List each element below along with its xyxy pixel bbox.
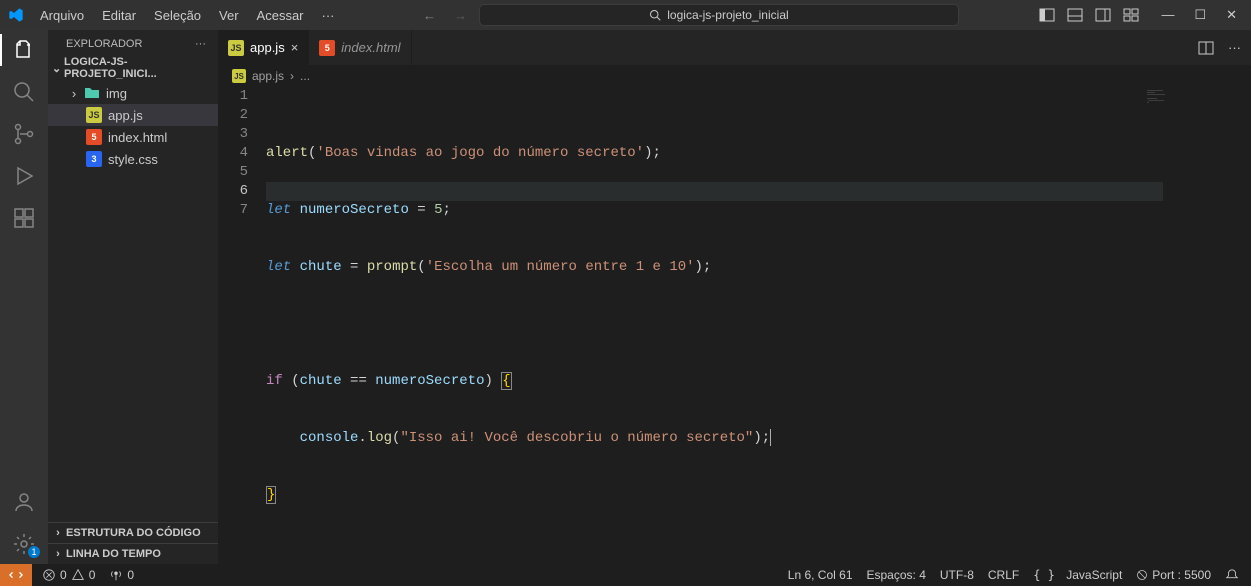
tab-appjs[interactable]: JS app.js × bbox=[218, 30, 309, 65]
chevron-right-icon: › bbox=[290, 69, 294, 83]
menu-editar[interactable]: Editar bbox=[94, 4, 144, 27]
problems-status[interactable]: 0 0 bbox=[42, 568, 95, 582]
search-text: logica-js-projeto_inicial bbox=[667, 8, 788, 22]
html-file-icon: 5 bbox=[86, 129, 102, 145]
search-icon bbox=[649, 9, 661, 21]
tree-label: img bbox=[106, 86, 127, 101]
split-editor-icon[interactable] bbox=[1198, 40, 1214, 56]
run-debug-icon[interactable] bbox=[12, 164, 36, 188]
section-label: ESTRUTURA DO CÓDIGO bbox=[66, 527, 201, 539]
tab-label: index.html bbox=[341, 40, 400, 55]
broadcast-icon bbox=[1136, 569, 1148, 581]
layout-panel-icon[interactable] bbox=[1067, 7, 1083, 23]
title-bar: Arquivo Editar Seleção Ver Acessar ··· ←… bbox=[0, 0, 1251, 30]
maximize-icon[interactable]: ☐ bbox=[1194, 7, 1206, 23]
minimap[interactable]: ▬▬▬▬▬▬▬▬▬▬▬▬▬▬▬▬▬▬▬▬▬▬▬▬▬▬ ▬▬▬▬▬▬▬▬▬ bbox=[1147, 90, 1237, 130]
radio-tower-icon bbox=[109, 568, 123, 582]
js-file-icon: JS bbox=[86, 107, 102, 123]
project-name: LOGICA-JS-PROJETO_INICI... bbox=[64, 56, 214, 80]
menu-acessar[interactable]: Acessar bbox=[249, 4, 312, 27]
warning-icon bbox=[71, 568, 85, 582]
sidebar: EXPLORADOR ··· ⌄LOGICA-JS-PROJETO_INICI.… bbox=[48, 30, 218, 564]
text-cursor bbox=[770, 429, 771, 446]
customize-layout-icon[interactable] bbox=[1123, 7, 1139, 23]
activity-bar: 1 bbox=[0, 30, 48, 564]
current-line-highlight bbox=[266, 182, 1163, 201]
tree-file-stylecss[interactable]: 3 style.css bbox=[48, 148, 218, 170]
explorer-title: EXPLORADOR bbox=[66, 38, 142, 50]
section-label: LINHA DO TEMPO bbox=[66, 548, 161, 560]
menu-arquivo[interactable]: Arquivo bbox=[32, 4, 92, 27]
command-center[interactable]: logica-js-projeto_inicial bbox=[479, 4, 959, 26]
editor-more-icon[interactable]: ··· bbox=[1228, 40, 1241, 56]
ports-count: 0 bbox=[127, 568, 134, 582]
status-bar: 0 0 0 Ln 6, Col 61 Espaços: 4 UTF-8 CRLF… bbox=[0, 564, 1251, 586]
tab-indexhtml[interactable]: 5 index.html bbox=[309, 30, 411, 65]
explorer-more-icon[interactable]: ··· bbox=[195, 38, 206, 50]
tree-label: app.js bbox=[108, 108, 143, 123]
extensions-icon[interactable] bbox=[12, 206, 36, 230]
cursor-position[interactable]: Ln 6, Col 61 bbox=[788, 568, 853, 582]
css-file-icon: 3 bbox=[86, 151, 102, 167]
outline-section[interactable]: ›ESTRUTURA DO CÓDIGO bbox=[48, 522, 218, 543]
live-server-status[interactable]: Port : 5500 bbox=[1136, 568, 1211, 582]
vscode-icon bbox=[8, 7, 24, 23]
breadcrumb[interactable]: JS app.js › ... bbox=[218, 65, 1251, 87]
search-activity-icon[interactable] bbox=[12, 80, 36, 104]
nav-back-icon[interactable]: ← bbox=[423, 8, 436, 23]
tab-label: app.js bbox=[250, 40, 285, 55]
layout-sidebar-left-icon[interactable] bbox=[1039, 7, 1055, 23]
notifications-icon[interactable] bbox=[1225, 568, 1239, 582]
code-editor[interactable]: 1234567 alert('Boas vindas ao jogo do nú… bbox=[218, 87, 1251, 543]
minimize-icon[interactable]: — bbox=[1161, 7, 1174, 23]
tree-file-appjs[interactable]: JS app.js bbox=[48, 104, 218, 126]
layout-sidebar-right-icon[interactable] bbox=[1095, 7, 1111, 23]
error-count: 0 bbox=[60, 568, 67, 582]
code-lines[interactable]: alert('Boas vindas ao jogo do número sec… bbox=[266, 87, 1251, 543]
breadcrumb-more: ... bbox=[300, 69, 310, 83]
tree-label: index.html bbox=[108, 130, 167, 145]
error-icon bbox=[42, 568, 56, 582]
html-file-icon: 5 bbox=[319, 40, 335, 56]
indentation-status[interactable]: Espaços: 4 bbox=[867, 568, 926, 582]
timeline-section[interactable]: ›LINHA DO TEMPO bbox=[48, 543, 218, 564]
nav-forward-icon[interactable]: → bbox=[454, 8, 467, 23]
js-file-icon: JS bbox=[232, 69, 246, 83]
eol-status[interactable]: CRLF bbox=[988, 568, 1019, 582]
main-menu: Arquivo Editar Seleção Ver Acessar ··· bbox=[32, 4, 343, 27]
editor-area: JS app.js × 5 index.html ··· JS app.js ›… bbox=[218, 30, 1251, 564]
source-control-icon[interactable] bbox=[12, 122, 36, 146]
project-section[interactable]: ⌄LOGICA-JS-PROJETO_INICI... bbox=[48, 54, 218, 82]
settings-badge: 1 bbox=[28, 546, 40, 558]
warning-count: 0 bbox=[89, 568, 96, 582]
close-icon[interactable]: ✕ bbox=[1226, 7, 1237, 23]
remote-indicator[interactable] bbox=[0, 564, 32, 586]
line-gutter: 1234567 bbox=[218, 87, 266, 543]
explorer-icon[interactable] bbox=[12, 38, 36, 62]
language-mode[interactable]: { } JavaScript bbox=[1033, 568, 1122, 582]
encoding-status[interactable]: UTF-8 bbox=[940, 568, 974, 582]
menu-ver[interactable]: Ver bbox=[211, 4, 247, 27]
tree-folder-img[interactable]: › img bbox=[48, 82, 218, 104]
settings-gear-icon[interactable]: 1 bbox=[12, 532, 36, 556]
tab-close-icon[interactable]: × bbox=[291, 40, 299, 55]
tab-bar: JS app.js × 5 index.html ··· bbox=[218, 30, 1251, 65]
ports-status[interactable]: 0 bbox=[109, 568, 134, 582]
js-file-icon: JS bbox=[228, 40, 244, 56]
menu-more[interactable]: ··· bbox=[314, 4, 343, 27]
breadcrumb-file: app.js bbox=[252, 69, 284, 83]
tree-file-indexhtml[interactable]: 5 index.html bbox=[48, 126, 218, 148]
account-icon[interactable] bbox=[12, 490, 36, 514]
folder-icon bbox=[84, 85, 100, 101]
menu-selecao[interactable]: Seleção bbox=[146, 4, 209, 27]
tree-label: style.css bbox=[108, 152, 158, 167]
